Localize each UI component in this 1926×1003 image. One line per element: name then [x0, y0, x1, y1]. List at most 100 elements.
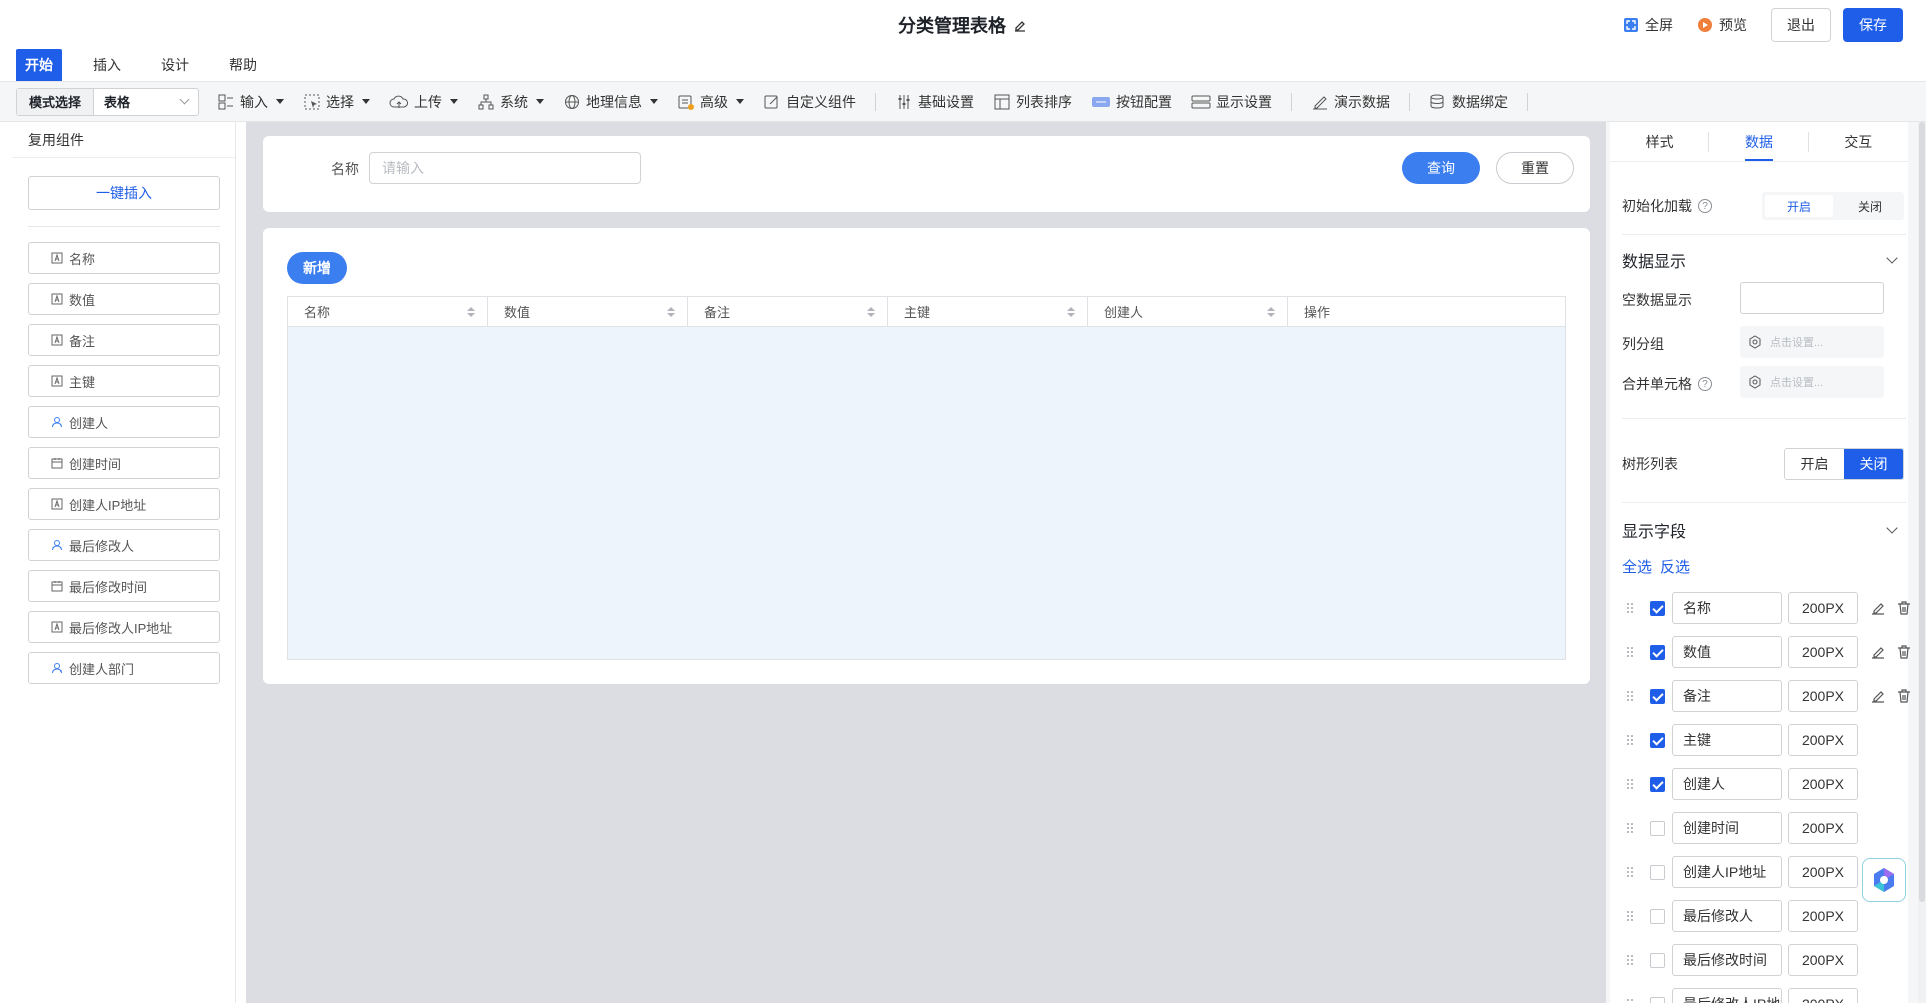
- add-button[interactable]: 新增: [287, 252, 347, 284]
- edit-icon[interactable]: [1870, 600, 1886, 616]
- drag-handle-icon[interactable]: [1626, 910, 1634, 922]
- component-item[interactable]: 最后修改人: [28, 529, 220, 561]
- help-icon[interactable]: ?: [1698, 377, 1712, 391]
- drag-handle-icon[interactable]: [1626, 646, 1634, 658]
- field-width-input[interactable]: 200PX: [1788, 592, 1858, 624]
- sort-icon[interactable]: [1067, 306, 1075, 317]
- toolbar-select[interactable]: 选择: [303, 92, 371, 112]
- field-checkbox[interactable]: [1650, 777, 1665, 792]
- column-header[interactable]: 创建人: [1088, 297, 1288, 326]
- component-item[interactable]: 主键: [28, 365, 220, 397]
- menu-start[interactable]: 开始: [16, 49, 62, 81]
- toolbar-input[interactable]: 输入: [217, 92, 285, 112]
- reset-button[interactable]: 重置: [1496, 152, 1574, 184]
- column-group-setting[interactable]: 点击设置...: [1740, 326, 1884, 358]
- field-name-input[interactable]: 名称: [1672, 592, 1782, 624]
- field-name-input[interactable]: 最后修改人IP地址: [1672, 988, 1782, 1003]
- toolbar-upload[interactable]: 上传: [389, 92, 459, 112]
- field-width-input[interactable]: 200PX: [1788, 988, 1858, 1003]
- trash-icon[interactable]: [1896, 600, 1912, 616]
- scrollbar-thumb[interactable]: [1919, 122, 1925, 902]
- field-width-input[interactable]: 200PX: [1788, 812, 1858, 844]
- query-button[interactable]: 查询: [1402, 152, 1480, 184]
- component-item[interactable]: 创建人IP地址: [28, 488, 220, 520]
- mode-select[interactable]: 模式选择 表格: [16, 87, 200, 116]
- fullscreen-button[interactable]: 全屏: [1623, 15, 1673, 35]
- insert-all-button[interactable]: 一键插入: [28, 176, 220, 210]
- field-name-input[interactable]: 创建时间: [1672, 812, 1782, 844]
- tab-data[interactable]: 数据: [1709, 122, 1809, 161]
- toolbar-button-config[interactable]: 按钮配置: [1091, 92, 1172, 112]
- field-name-input[interactable]: 主键: [1672, 724, 1782, 756]
- edit-icon[interactable]: [1870, 644, 1886, 660]
- assistant-fab[interactable]: [1862, 858, 1906, 902]
- column-header[interactable]: 主键: [888, 297, 1088, 326]
- field-checkbox[interactable]: [1650, 865, 1665, 880]
- field-checkbox[interactable]: [1650, 909, 1665, 924]
- drag-handle-icon[interactable]: [1626, 866, 1634, 878]
- field-checkbox[interactable]: [1650, 733, 1665, 748]
- component-item[interactable]: 最后修改时间: [28, 570, 220, 602]
- search-name-input[interactable]: 请输入: [369, 152, 641, 184]
- drag-handle-icon[interactable]: [1626, 602, 1634, 614]
- mode-select-value[interactable]: 表格: [94, 89, 198, 115]
- toolbar-display-settings[interactable]: 显示设置: [1191, 92, 1272, 112]
- component-item[interactable]: 数值: [28, 283, 220, 315]
- field-checkbox[interactable]: [1650, 821, 1665, 836]
- drag-handle-icon[interactable]: [1626, 734, 1634, 746]
- sort-icon[interactable]: [1267, 306, 1275, 317]
- column-header[interactable]: 名称: [288, 297, 488, 326]
- init-load-on[interactable]: 开启: [1765, 195, 1833, 217]
- field-width-input[interactable]: 200PX: [1788, 724, 1858, 756]
- drag-handle-icon[interactable]: [1626, 690, 1634, 702]
- component-item[interactable]: 创建人部门: [28, 652, 220, 684]
- field-width-input[interactable]: 200PX: [1788, 768, 1858, 800]
- save-button[interactable]: 保存: [1843, 8, 1903, 42]
- field-checkbox[interactable]: [1650, 953, 1665, 968]
- help-icon[interactable]: ?: [1698, 199, 1712, 213]
- component-item[interactable]: 最后修改人IP地址: [28, 611, 220, 643]
- sort-icon[interactable]: [867, 306, 875, 317]
- drag-handle-icon[interactable]: [1626, 998, 1634, 1003]
- field-width-input[interactable]: 200PX: [1788, 944, 1858, 976]
- toolbar-geo[interactable]: 地理信息: [563, 92, 659, 112]
- field-name-input[interactable]: 最后修改时间: [1672, 944, 1782, 976]
- invert-selection-link[interactable]: 反选: [1660, 556, 1690, 577]
- tree-list-off[interactable]: 关闭: [1844, 449, 1903, 479]
- edit-title-icon[interactable]: [1012, 18, 1028, 34]
- field-checkbox[interactable]: [1650, 645, 1665, 660]
- field-name-input[interactable]: 创建人: [1672, 768, 1782, 800]
- column-header[interactable]: 备注: [688, 297, 888, 326]
- tree-list-on[interactable]: 开启: [1785, 449, 1844, 479]
- toolbar-data-binding[interactable]: 数据绑定: [1429, 92, 1508, 112]
- scrollbar[interactable]: [1918, 122, 1926, 1003]
- toolbar-custom-component[interactable]: 自定义组件: [763, 92, 856, 112]
- component-item[interactable]: 创建人: [28, 406, 220, 438]
- display-fields-section-header[interactable]: 显示字段: [1622, 518, 1906, 542]
- sort-icon[interactable]: [467, 306, 475, 317]
- field-checkbox[interactable]: [1650, 997, 1665, 1003]
- toolbar-demo-data[interactable]: 演示数据: [1311, 92, 1390, 112]
- menu-insert[interactable]: 插入: [84, 49, 130, 81]
- preview-button[interactable]: 预览: [1697, 15, 1747, 35]
- drag-handle-icon[interactable]: [1626, 822, 1634, 834]
- toolbar-advanced[interactable]: 高级: [677, 92, 745, 112]
- trash-icon[interactable]: [1896, 644, 1912, 660]
- component-item[interactable]: 名称: [28, 242, 220, 274]
- field-width-input[interactable]: 200PX: [1788, 856, 1858, 888]
- trash-icon[interactable]: [1896, 688, 1912, 704]
- data-display-section-header[interactable]: 数据显示: [1622, 248, 1906, 272]
- drag-handle-icon[interactable]: [1626, 954, 1634, 966]
- field-name-input[interactable]: 备注: [1672, 680, 1782, 712]
- field-name-input[interactable]: 数值: [1672, 636, 1782, 668]
- merge-cells-setting[interactable]: 点击设置...: [1740, 366, 1884, 398]
- drag-handle-icon[interactable]: [1626, 778, 1634, 790]
- component-item[interactable]: 备注: [28, 324, 220, 356]
- column-header[interactable]: 数值: [488, 297, 688, 326]
- field-name-input[interactable]: 创建人IP地址: [1672, 856, 1782, 888]
- field-checkbox[interactable]: [1650, 601, 1665, 616]
- menu-help[interactable]: 帮助: [220, 49, 266, 81]
- field-checkbox[interactable]: [1650, 689, 1665, 704]
- toolbar-list-sort[interactable]: 列表排序: [993, 92, 1072, 112]
- component-item[interactable]: 创建时间: [28, 447, 220, 479]
